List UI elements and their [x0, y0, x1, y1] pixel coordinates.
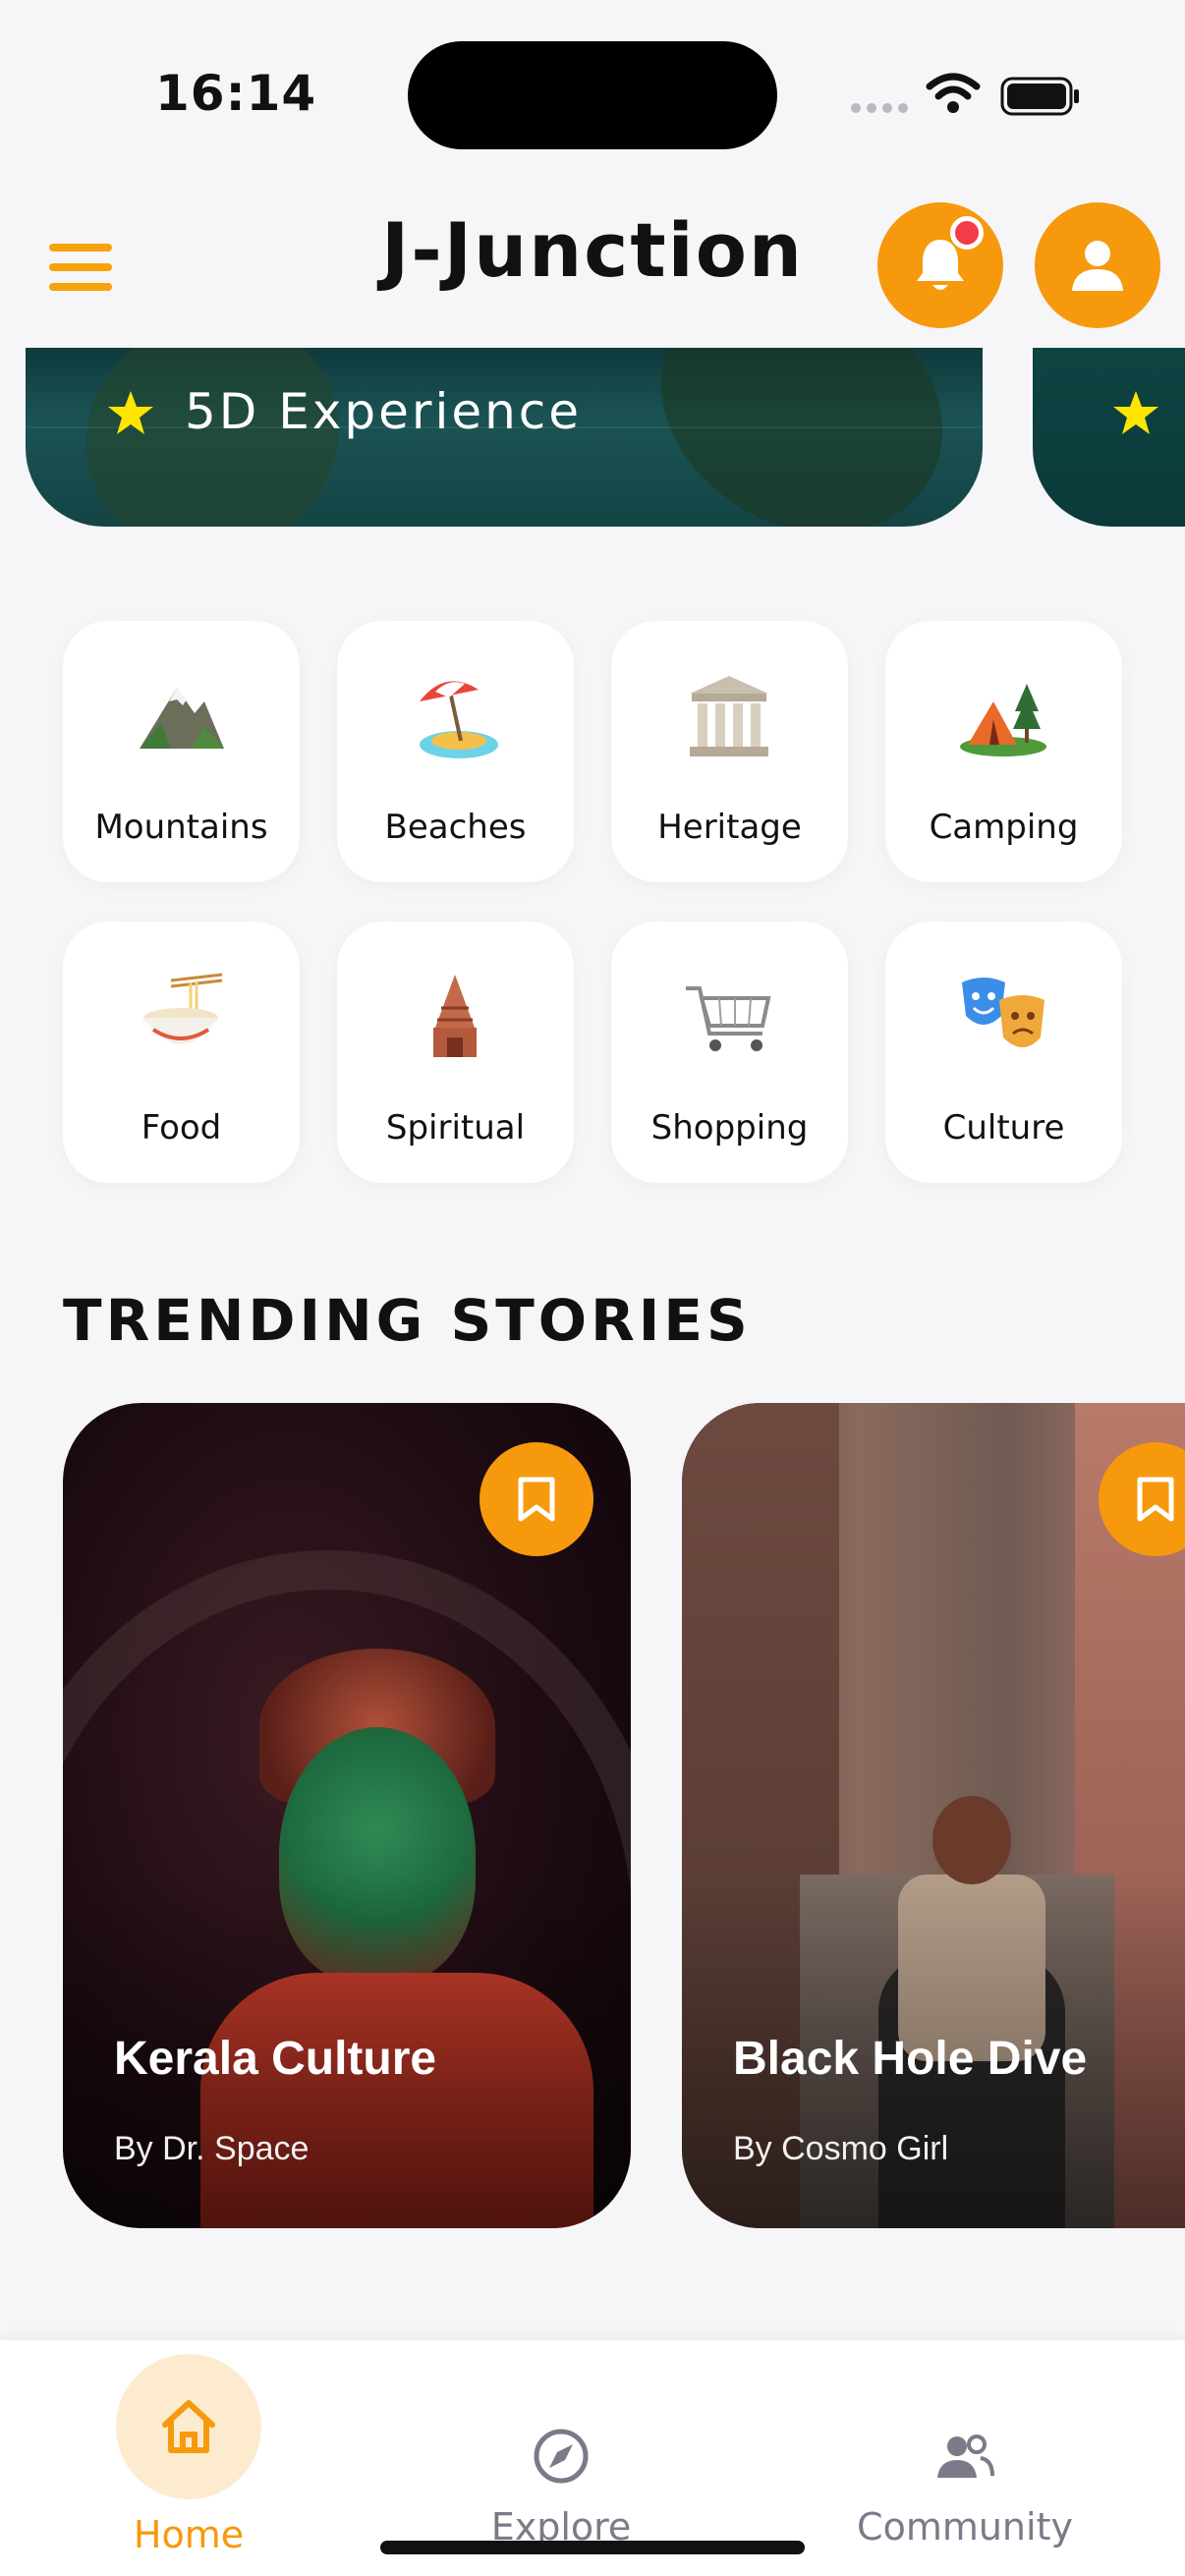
classical-building-icon — [690, 676, 768, 756]
menu-button[interactable] — [43, 236, 122, 305]
star-icon — [108, 391, 153, 434]
category-label: Shopping — [650, 1108, 809, 1148]
featured-banner[interactable]: 5D Experience — [26, 348, 983, 527]
battery-icon — [1000, 77, 1079, 116]
story-author: By Dr. Space — [114, 2130, 310, 2167]
category-culture[interactable]: Culture — [885, 922, 1122, 1183]
status-bar: 16:14 — [0, 0, 1185, 196]
beach-umbrella-icon — [420, 681, 498, 758]
bookmark-icon — [518, 1477, 555, 1522]
nav-home[interactable]: Home — [41, 2340, 336, 2576]
featured-banner-next[interactable] — [1033, 348, 1185, 527]
category-label: Mountains — [94, 808, 268, 847]
status-time: 16:14 — [155, 65, 317, 122]
star-icon — [1113, 391, 1158, 434]
category-label: Heritage — [657, 808, 802, 847]
trending-section-title: TRENDING STORIES — [63, 1287, 752, 1354]
trending-stories-carousel[interactable]: Kerala Culture By Dr. Space Black Hole D… — [0, 1403, 1185, 2228]
cellular-signal-icon — [851, 103, 908, 113]
notifications-button[interactable] — [877, 202, 1003, 328]
compass-icon — [534, 2429, 589, 2484]
bookmark-button[interactable] — [480, 1442, 593, 1556]
nav-label: Home — [133, 2513, 245, 2556]
category-grid: Mountains Beaches Heritage Camping Food … — [63, 621, 1122, 1185]
category-shopping[interactable]: Shopping — [611, 922, 848, 1183]
bookmark-icon — [1137, 1477, 1174, 1522]
home-indicator — [380, 2541, 805, 2554]
noodle-bowl-icon — [143, 973, 223, 1044]
category-label: Spiritual — [385, 1108, 526, 1148]
performing-arts-icon — [962, 978, 1044, 1047]
story-title: Kerala Culture — [114, 2033, 437, 2085]
story-title: Black Hole Dive — [733, 2033, 1088, 2085]
camping-tent-icon — [960, 684, 1046, 756]
notification-badge — [950, 216, 984, 250]
profile-button[interactable] — [1035, 202, 1160, 328]
banner-label: 5D Experience — [185, 383, 583, 440]
category-label: Culture — [942, 1108, 1065, 1148]
story-card[interactable]: Black Hole Dive By Cosmo Girl — [682, 1403, 1185, 2228]
category-heritage[interactable]: Heritage — [611, 621, 848, 882]
category-mountains[interactable]: Mountains — [63, 621, 300, 882]
wifi-icon — [926, 73, 981, 113]
story-card[interactable]: Kerala Culture By Dr. Space — [63, 1403, 631, 2228]
category-label: Camping — [929, 808, 1079, 847]
nav-label: Community — [857, 2505, 1073, 2548]
featured-carousel[interactable]: 5D Experience — [0, 348, 1185, 527]
category-spiritual[interactable]: Spiritual — [337, 922, 574, 1183]
temple-icon — [433, 975, 477, 1057]
category-camping[interactable]: Camping — [885, 621, 1122, 882]
user-icon — [1072, 241, 1123, 291]
category-label: Food — [141, 1108, 222, 1148]
mountain-icon — [140, 688, 224, 749]
app-header: J-Junction — [0, 196, 1185, 350]
category-label: Beaches — [384, 808, 527, 847]
home-icon — [162, 2400, 215, 2453]
category-beaches[interactable]: Beaches — [337, 621, 574, 882]
nav-community[interactable]: Community — [818, 2340, 1112, 2576]
app-title: J-Junction — [380, 206, 805, 294]
story-author: By Cosmo Girl — [733, 2130, 949, 2167]
people-icon — [937, 2435, 994, 2478]
category-food[interactable]: Food — [63, 922, 300, 1183]
dynamic-island — [408, 41, 777, 149]
shopping-cart-icon — [686, 986, 771, 1051]
